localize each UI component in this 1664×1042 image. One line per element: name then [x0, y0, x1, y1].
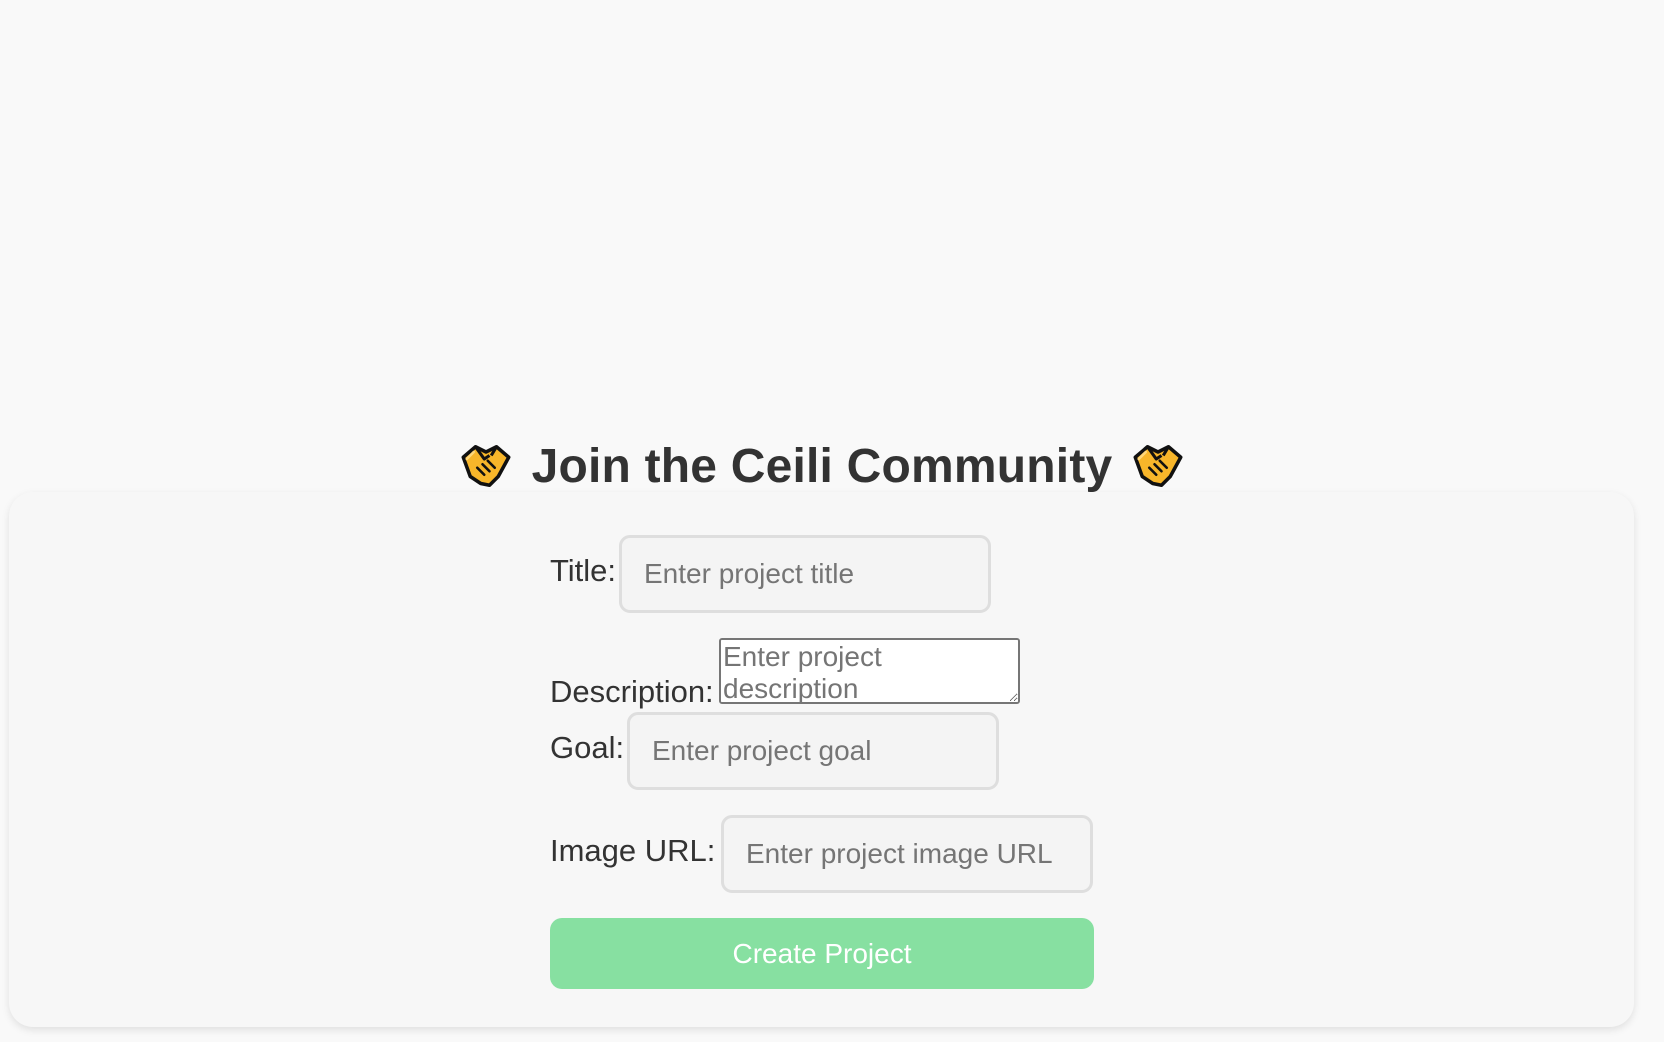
title-label: Title:: [550, 553, 617, 588]
page-title-text: Join the Ceili Community: [531, 439, 1113, 493]
handshake-icon: [458, 438, 514, 494]
page: Join the Ceili Community Title: Descript…: [0, 0, 1664, 1042]
goal-input[interactable]: [627, 712, 999, 790]
title-input[interactable]: [619, 535, 991, 613]
description-textarea[interactable]: [719, 638, 1020, 704]
image-url-input[interactable]: [721, 815, 1093, 893]
page-title: Join the Ceili Community: [0, 435, 1644, 497]
image-url-label: Image URL:: [550, 833, 716, 868]
description-label: Description:: [550, 674, 714, 709]
goal-label: Goal:: [550, 730, 625, 765]
handshake-icon: [1130, 438, 1186, 494]
create-project-button[interactable]: Create Project: [550, 918, 1094, 989]
